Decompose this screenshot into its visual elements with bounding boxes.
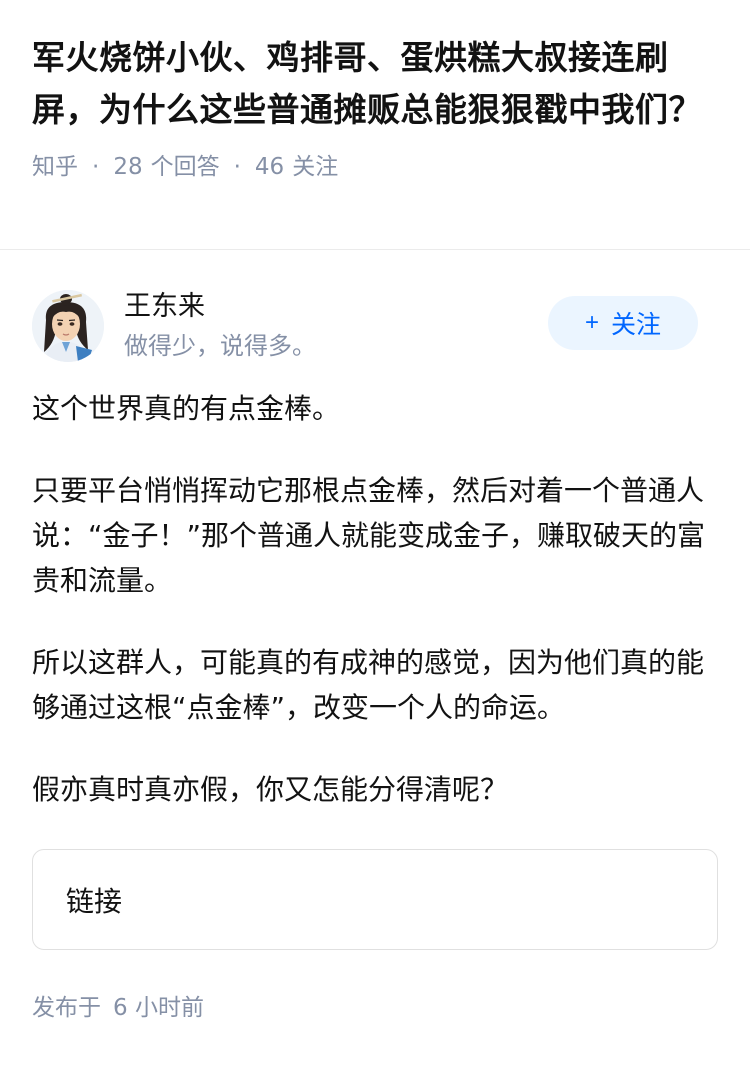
meta-separator: · [233, 154, 241, 180]
answer-paragraph: 所以这群人，可能真的有成神的感觉，因为他们真的能够通过这根“点金棒”，改变一个人… [32, 646, 705, 724]
publish-prefix: 发布于 [32, 995, 101, 1021]
author-info: 王东来 做得少，说得多。 [124, 289, 316, 363]
author-headline: 做得少，说得多。 [124, 332, 316, 360]
answer-content: 这个世界真的有点金棒。 只要平台悄悄挥动它那根点金棒，然后对着一个普通人说：“金… [32, 386, 718, 812]
question-title[interactable]: 军火烧饼小伙、鸡排哥、蛋烘糕大叔接连刷屏，为什么这些普通摊贩总能狠狠戳中我们？ [32, 32, 718, 136]
avatar[interactable] [32, 290, 104, 362]
answer-paragraph: 只要平台悄悄挥动它那根点金棒，然后对着一个普通人说：“金子！”那个普通人就能变成… [32, 474, 706, 597]
question-meta: 知乎 · 28 个回答 · 46 关注 [32, 152, 718, 182]
answer-paragraph: 假亦真时真亦假，你又怎能分得清呢？ [32, 773, 509, 806]
source-label[interactable]: 知乎 [32, 152, 78, 182]
avatar-illustrated-character-icon [32, 290, 104, 362]
plus-icon: + [584, 309, 599, 336]
author-row: 王东来 做得少，说得多。 + 关注 [32, 286, 718, 366]
follow-button[interactable]: + 关注 [548, 296, 698, 350]
answers-count: 28 [113, 154, 143, 180]
zhihu-answer-page: 军火烧饼小伙、鸡排哥、蛋烘糕大叔接连刷屏，为什么这些普通摊贩总能狠狠戳中我们？ … [0, 0, 750, 1070]
follow-label: 关注 [611, 311, 662, 339]
followers-label[interactable]: 关注 [292, 152, 338, 182]
link-card[interactable]: 链接 [32, 849, 718, 950]
meta-separator: · [92, 154, 100, 180]
publish-time: 发布于 6 小时前 [32, 988, 718, 1022]
author-name[interactable]: 王东来 [124, 289, 316, 325]
answers-label[interactable]: 个回答 [151, 152, 220, 182]
question-header: 军火烧饼小伙、鸡排哥、蛋烘糕大叔接连刷屏，为什么这些普通摊贩总能狠狠戳中我们？ … [0, 0, 750, 250]
publish-time-value: 6 小时前 [113, 995, 204, 1021]
answer-paragraph: 这个世界真的有点金棒。 [32, 392, 341, 425]
answer-card: 王东来 做得少，说得多。 + 关注 这个世界真的有点金棒。 只要平台悄悄挥动它那… [0, 250, 750, 1022]
followers-count: 46 [254, 154, 285, 180]
link-card-label: 链接 [66, 884, 123, 918]
